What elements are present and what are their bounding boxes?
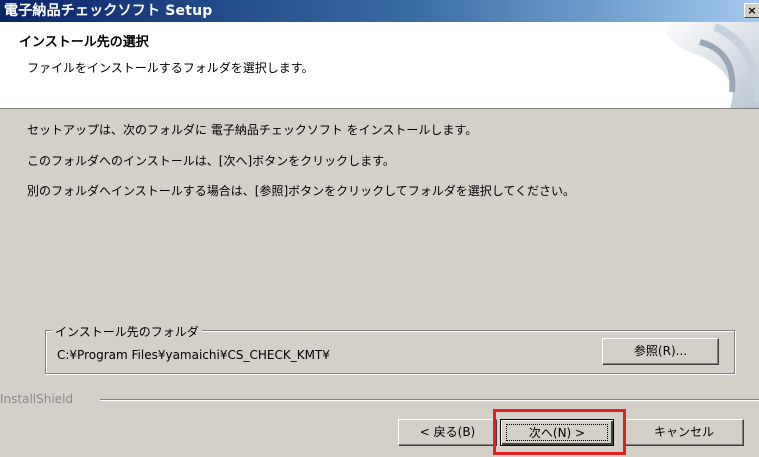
instruction-line-2: このフォルダへのインストールは、[次へ]ボタンをクリックします。: [27, 154, 395, 168]
close-button[interactable]: ×: [744, 3, 759, 18]
header-graphic-icon: [660, 22, 759, 108]
browse-button[interactable]: 参照(R)...: [602, 338, 719, 365]
footer-separator: [100, 399, 759, 401]
window-title: 電子納品チェックソフト Setup: [4, 3, 213, 19]
back-button[interactable]: < 戻る(B): [398, 419, 497, 446]
instruction-line-1: セットアップは、次のフォルダに 電子納品チェックソフト をインストールします。: [27, 123, 478, 137]
destination-group-label: インストール先のフォルダ: [52, 323, 202, 340]
wizard-header: インストール先の選択 ファイルをインストールするフォルダを選択します。: [0, 22, 759, 109]
instruction-line-3: 別のフォルダへインストールする場合は、[参照]ボタンをクリックしてフォルダを選択…: [27, 184, 576, 198]
installshield-label: InstallShield: [0, 392, 74, 406]
next-button-highlight: [493, 409, 626, 455]
cancel-button[interactable]: キャンセル: [624, 419, 744, 446]
title-bar[interactable]: 電子納品チェックソフト Setup ×: [0, 0, 759, 22]
destination-path: C:¥Program Files¥yamaichi¥CS_CHECK_KMT¥: [57, 348, 330, 362]
page-subtitle: ファイルをインストールするフォルダを選択します。: [27, 61, 314, 75]
page-title: インストール先の選択: [19, 35, 149, 50]
setup-dialog: 電子納品チェックソフト Setup × インストール先の選択 ファイルをインスト…: [0, 0, 759, 457]
